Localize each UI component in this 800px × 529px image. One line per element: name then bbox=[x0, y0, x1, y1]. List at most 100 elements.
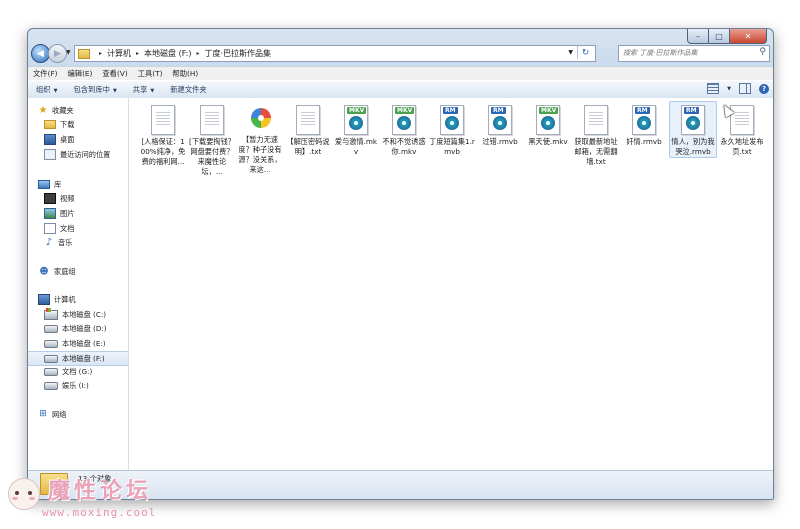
menu-file[interactable]: 文件(F) bbox=[28, 69, 62, 79]
breadcrumb-separator[interactable]: ▸ bbox=[136, 50, 139, 57]
recent-pages-dropdown[interactable]: ▼ bbox=[66, 49, 71, 56]
file-item[interactable]: MKV 爱与激情.mkv bbox=[333, 102, 379, 157]
nav-label: 网络 bbox=[52, 409, 67, 419]
nav-pictures[interactable]: 图片 bbox=[44, 207, 144, 220]
nav-desktop[interactable]: 桌面 bbox=[44, 133, 144, 146]
menu-tools[interactable]: 工具(T) bbox=[133, 69, 168, 79]
nav-downloads[interactable]: 下载 bbox=[44, 118, 144, 131]
back-arrow-icon: ◀ bbox=[37, 48, 44, 59]
application-icon bbox=[249, 105, 271, 133]
maximize-button[interactable]: □ bbox=[709, 29, 730, 44]
breadcrumb-current-folder[interactable]: 丁度·巴拉斯作品集 bbox=[205, 48, 272, 59]
file-type-badge: MKV bbox=[539, 107, 559, 114]
nav-label: 本地磁盘 (F:) bbox=[62, 353, 105, 363]
help-icon[interactable]: ? bbox=[759, 83, 769, 94]
new-folder-button[interactable]: 新建文件夹 bbox=[162, 85, 214, 95]
file-type-badge: RM bbox=[684, 107, 699, 114]
menu-edit[interactable]: 编辑(E) bbox=[62, 69, 97, 79]
search-input[interactable] bbox=[619, 46, 755, 59]
nav-drive-d[interactable]: 本地磁盘 (D:) bbox=[44, 322, 144, 335]
close-button[interactable]: ✕ bbox=[730, 29, 767, 44]
file-item-selected[interactable]: RM 情人，别为我哭泣.rmvb bbox=[669, 101, 717, 158]
file-item[interactable]: [下载要掏钱？网盘要付费？来魔性论坛，... bbox=[189, 102, 235, 177]
nav-drive-e[interactable]: 本地磁盘 (E:) bbox=[44, 337, 144, 350]
nav-drive-i[interactable]: 娱乐 (I:) bbox=[44, 379, 144, 392]
address-row: ◀ ▶ ▼ ▸ 计算机 ▸ 本地磁盘 (F:) ▸ 丁度·巴拉斯作品集 ▼ ↻ … bbox=[28, 43, 773, 63]
navigation-pane[interactable]: ★ 收藏夹 下载 桌面 最近访问的位置 库 视频 图片 文档 ♪ 音乐 ☻ 家庭组 计… bbox=[28, 98, 129, 470]
file-type-badge: RM bbox=[635, 107, 650, 114]
forward-arrow-icon: ▶ bbox=[54, 48, 61, 59]
mkv-video-icon: MKV bbox=[392, 105, 416, 135]
breadcrumb-drive-f[interactable]: 本地磁盘 (F:) bbox=[144, 48, 191, 59]
breadcrumb-separator[interactable]: ▸ bbox=[197, 50, 200, 57]
nav-drive-f[interactable]: 本地磁盘 (F:) bbox=[28, 351, 128, 366]
breadcrumb-separator[interactable]: ▸ bbox=[99, 50, 102, 57]
nav-label: 本地磁盘 (C:) bbox=[62, 309, 107, 319]
watermark-title: 魔性论坛 bbox=[48, 479, 153, 504]
network-icon: ⊞ bbox=[39, 409, 47, 419]
file-name: 过错.rmvb bbox=[482, 137, 518, 146]
file-name: 黑天使.mkv bbox=[528, 137, 568, 146]
file-item[interactable]: MKV 黑天使.mkv bbox=[525, 102, 571, 147]
file-name: 丁度短篇集1.rmvb bbox=[429, 137, 475, 156]
share-button[interactable]: 共享 ▼ bbox=[125, 85, 162, 95]
breadcrumb-computer[interactable]: 计算机 bbox=[107, 48, 131, 59]
file-item[interactable]: 【暂力无速度？种子没有源？没关系，来这... bbox=[237, 102, 283, 175]
search-icon[interactable]: ⚲ bbox=[759, 47, 766, 57]
folder-icon bbox=[78, 48, 90, 59]
file-name: 奸情.rmvb bbox=[626, 137, 662, 146]
nav-favorites[interactable]: ★ 收藏夹 bbox=[38, 104, 138, 117]
film-reel-icon bbox=[541, 116, 555, 130]
file-item[interactable]: MKV 不和不觉诱惑你.mkv bbox=[381, 102, 427, 157]
command-bar: 组织 ▼ 包含到库中 ▼ 共享 ▼ 新建文件夹 ▼ ? bbox=[28, 80, 773, 99]
documents-icon bbox=[44, 223, 56, 234]
change-view-icon[interactable] bbox=[707, 83, 720, 94]
nav-drive-g[interactable]: 文档 (G:) bbox=[44, 365, 144, 378]
nav-libraries[interactable]: 库 bbox=[38, 178, 138, 191]
file-type-badge: MKV bbox=[347, 107, 367, 114]
minimize-button[interactable]: – bbox=[687, 29, 709, 44]
menu-view[interactable]: 查看(V) bbox=[97, 69, 132, 79]
nav-label: 本地磁盘 (E:) bbox=[62, 338, 106, 348]
include-in-library-button[interactable]: 包含到库中 ▼ bbox=[65, 85, 124, 95]
file-name: 爱与激情.mkv bbox=[334, 137, 378, 156]
nav-computer[interactable]: 计算机 bbox=[38, 293, 138, 306]
forward-button[interactable]: ▶ bbox=[48, 44, 67, 63]
file-item[interactable]: 【解压密码说明】.txt bbox=[285, 102, 331, 157]
chevron-down-icon: ▼ bbox=[112, 87, 117, 94]
address-bar[interactable]: ▸ 计算机 ▸ 本地磁盘 (F:) ▸ 丁度·巴拉斯作品集 ▼ ↻ bbox=[74, 45, 596, 62]
nav-network[interactable]: ⊞ 网络 bbox=[38, 408, 138, 421]
film-reel-icon bbox=[349, 116, 363, 130]
star-icon: ★ bbox=[38, 105, 48, 116]
refresh-button[interactable]: ↻ bbox=[577, 46, 593, 59]
file-list[interactable]: [人格保证：100%纯净，免费的福利网... [下载要掏钱？网盘要付费？来魔性论… bbox=[132, 98, 773, 470]
organize-label: 组织 bbox=[36, 84, 51, 94]
file-name: [人格保证：100%纯净，免费的福利网... bbox=[140, 137, 186, 166]
rmvb-video-icon: RM bbox=[632, 105, 656, 135]
file-item[interactable]: RM 奸情.rmvb bbox=[621, 102, 667, 147]
pictures-icon bbox=[44, 208, 56, 219]
nav-recent-places[interactable]: 最近访问的位置 bbox=[44, 148, 144, 161]
file-item[interactable]: RM 过错.rmvb bbox=[477, 102, 523, 147]
nav-videos[interactable]: 视频 bbox=[44, 192, 144, 205]
nav-music[interactable]: ♪ 音乐 bbox=[44, 236, 144, 249]
nav-documents[interactable]: 文档 bbox=[44, 222, 144, 235]
view-options-dropdown[interactable]: ▼ bbox=[727, 86, 731, 92]
nav-label: 库 bbox=[54, 179, 62, 189]
system-drive-icon bbox=[44, 307, 58, 320]
search-box[interactable]: ⚲ bbox=[618, 45, 770, 62]
file-item[interactable]: [人格保证：100%纯净，免费的福利网... bbox=[140, 102, 186, 167]
library-icon bbox=[38, 180, 50, 189]
menu-help[interactable]: 帮助(H) bbox=[167, 69, 203, 79]
nav-homegroup[interactable]: ☻ 家庭组 bbox=[38, 265, 138, 278]
preview-pane-icon[interactable] bbox=[739, 83, 751, 94]
file-item[interactable]: 获取最新地址邮箱，无需翻墙.txt bbox=[573, 102, 619, 167]
film-reel-icon bbox=[637, 116, 651, 130]
address-history-dropdown[interactable]: ▼ bbox=[568, 49, 573, 56]
text-document-icon bbox=[584, 105, 608, 135]
recent-places-icon bbox=[44, 149, 56, 160]
nav-drive-c[interactable]: 本地磁盘 (C:) bbox=[44, 307, 144, 321]
file-item[interactable]: RM 丁度短篇集1.rmvb bbox=[429, 102, 475, 157]
file-name: 获取最新地址邮箱，无需翻墙.txt bbox=[574, 137, 618, 166]
organize-button[interactable]: 组织 ▼ bbox=[28, 85, 65, 95]
